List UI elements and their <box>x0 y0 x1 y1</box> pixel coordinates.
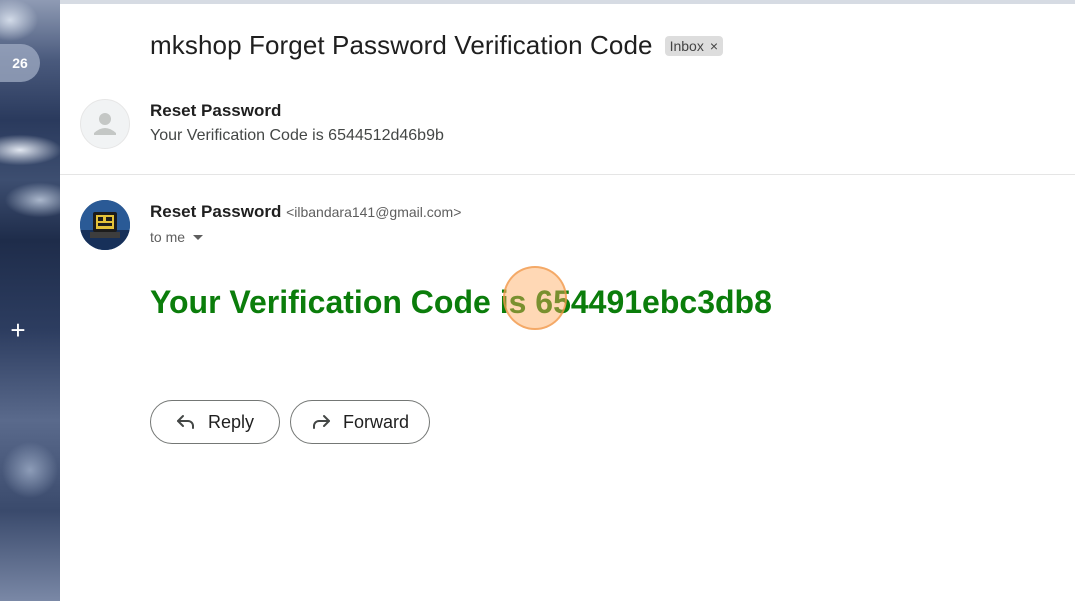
message-divider <box>60 174 1075 175</box>
message-2-email: <ilbandara141@gmail.com> <box>286 204 462 220</box>
inbox-label-chip[interactable]: Inbox × <box>664 35 724 56</box>
reply-icon <box>176 414 196 430</box>
inbox-label-text: Inbox <box>669 37 704 54</box>
forward-button[interactable]: Forward <box>290 400 430 444</box>
chevron-down-icon[interactable] <box>193 234 204 240</box>
thread-subject: mkshop Forget Password Verification Code <box>150 30 653 60</box>
reply-button[interactable]: Reply <box>150 400 280 444</box>
profile-photo[interactable] <box>80 200 130 250</box>
close-icon[interactable]: × <box>710 38 718 54</box>
unread-count-badge[interactable]: 26 <box>0 44 40 82</box>
message-1-snippet[interactable]: Your Verification Code is 6544512d46b9b <box>150 127 444 145</box>
plus-icon[interactable]: + <box>6 317 30 343</box>
subject-row: mkshop Forget Password Verification Code… <box>150 30 724 61</box>
message-2-header: Reset Password <ilbandara141@gmail.com> <box>150 202 461 222</box>
recipient-text: to me <box>150 229 186 245</box>
default-person-icon <box>80 99 130 149</box>
reply-label: Reply <box>207 411 255 432</box>
message-2-sender[interactable]: Reset Password <box>150 202 281 221</box>
message-1-sender[interactable]: Reset Password <box>150 101 281 121</box>
click-indicator <box>503 266 567 330</box>
recipient-details[interactable]: to me <box>150 229 204 245</box>
verification-code-body: Your Verification Code is 654491ebc3db8 <box>150 284 772 320</box>
forward-label: Forward <box>342 411 409 432</box>
top-bar <box>60 0 1075 4</box>
forward-icon <box>311 414 331 430</box>
wallpaper-strip <box>0 0 60 601</box>
